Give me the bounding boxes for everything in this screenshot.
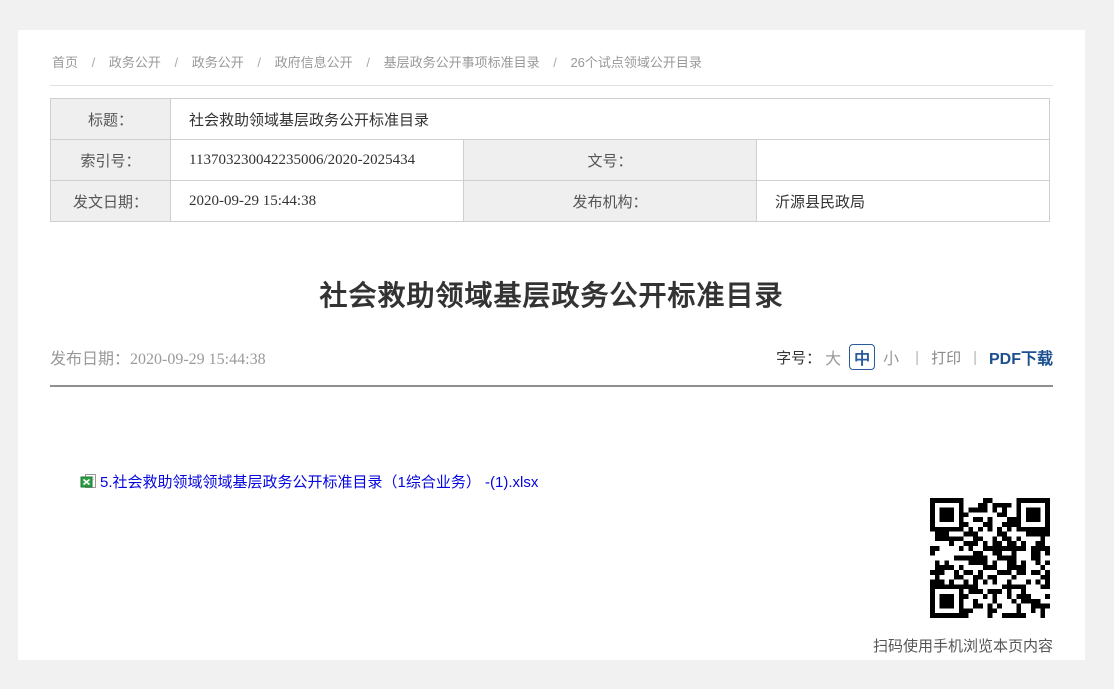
font-size-label: 字号： bbox=[776, 347, 821, 368]
breadcrumb-separator: / bbox=[175, 55, 179, 70]
index-number-label: 索引号： bbox=[51, 140, 171, 181]
toolbar-divider: | bbox=[973, 349, 977, 366]
title-value: 社会救助领域基层政务公开标准目录 bbox=[171, 99, 1050, 140]
breadcrumb-zhengwu-gongkai-1[interactable]: 政务公开 bbox=[109, 55, 161, 70]
breadcrumb-government-info[interactable]: 政府信息公开 bbox=[275, 55, 353, 70]
print-button[interactable]: 打印 bbox=[931, 347, 961, 368]
breadcrumb-separator: / bbox=[257, 55, 261, 70]
breadcrumb-standard-catalog[interactable]: 基层政务公开事项标准目录 bbox=[384, 55, 540, 70]
title-label: 标题： bbox=[51, 99, 171, 140]
document-info-table: 标题： 社会救助领域基层政务公开标准目录 索引号： 11370323004223… bbox=[50, 98, 1050, 222]
breadcrumb-separator: / bbox=[92, 55, 96, 70]
publish-date-label: 发布日期： bbox=[50, 351, 130, 368]
toolbar-divider: | bbox=[915, 349, 919, 366]
breadcrumb-zhengwu-gongkai-2[interactable]: 政务公开 bbox=[192, 55, 244, 70]
breadcrumb: 首页 / 政务公开 / 政务公开 / 政府信息公开 / 基层政务公开事项标准目录… bbox=[50, 50, 1053, 86]
publisher-label: 发布机构： bbox=[464, 181, 757, 222]
font-size-medium-button[interactable]: 中 bbox=[849, 344, 875, 370]
breadcrumb-home[interactable]: 首页 bbox=[52, 55, 78, 70]
content-card: 首页 / 政务公开 / 政务公开 / 政府信息公开 / 基层政务公开事项标准目录… bbox=[18, 30, 1085, 660]
excel-file-icon bbox=[80, 473, 97, 490]
publish-date: 发布日期：2020-09-29 15:44:38 bbox=[50, 345, 266, 369]
page-title: 社会救助领域基层政务公开标准目录 bbox=[50, 274, 1053, 314]
attachment-link[interactable]: 5.社会救助领域领域基层政务公开标准目录（1综合业务） -(1).xlsx bbox=[100, 471, 538, 492]
breadcrumb-current-page: 26个试点领域公开目录 bbox=[570, 55, 701, 70]
table-row: 标题： 社会救助领域基层政务公开标准目录 bbox=[51, 99, 1050, 140]
doc-number-value bbox=[757, 140, 1050, 181]
qr-caption: 扫码使用手机浏览本页内容 bbox=[873, 635, 1053, 656]
qr-block: 扫码使用手机浏览本页内容 bbox=[50, 498, 1053, 656]
attachment-row: 5.社会救助领域领域基层政务公开标准目录（1综合业务） -(1).xlsx bbox=[80, 471, 1053, 492]
breadcrumb-separator: / bbox=[366, 55, 370, 70]
publisher-value: 沂源县民政局 bbox=[757, 181, 1050, 222]
publish-date-value: 2020-09-29 15:44:38 bbox=[130, 351, 266, 368]
article-meta-row: 发布日期：2020-09-29 15:44:38 字号： 大 中 小 | 打印 … bbox=[50, 344, 1053, 387]
pdf-download-button[interactable]: PDF下载 bbox=[989, 345, 1053, 369]
article-toolbar: 字号： 大 中 小 | 打印 | PDF下载 bbox=[776, 344, 1053, 370]
table-row: 发文日期： 2020-09-29 15:44:38 发布机构： 沂源县民政局 bbox=[51, 181, 1050, 222]
issue-date-label: 发文日期： bbox=[51, 181, 171, 222]
table-row: 索引号： 113703230042235006/2020-2025434 文号： bbox=[51, 140, 1050, 181]
index-number-value: 113703230042235006/2020-2025434 bbox=[171, 140, 464, 181]
font-size-large-button[interactable]: 大 bbox=[825, 345, 841, 369]
font-size-small-button[interactable]: 小 bbox=[883, 345, 899, 369]
breadcrumb-separator: / bbox=[553, 55, 557, 70]
issue-date-value: 2020-09-29 15:44:38 bbox=[171, 181, 464, 222]
qr-code bbox=[930, 498, 1050, 618]
doc-number-label: 文号： bbox=[464, 140, 757, 181]
